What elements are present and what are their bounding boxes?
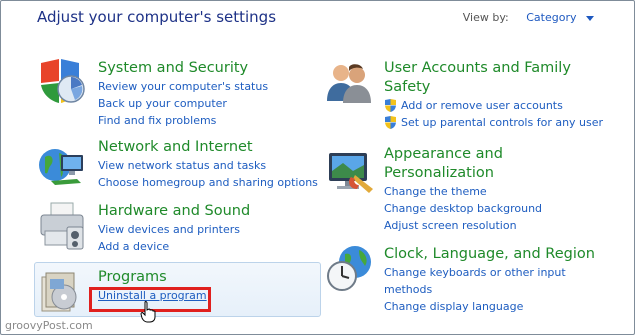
link-devices-printers[interactable]: View devices and printers: [98, 221, 250, 238]
printer-icon[interactable]: [37, 201, 87, 251]
view-by-control: View by: Category: [463, 11, 594, 24]
link-find-fix-problems[interactable]: Find and fix problems: [98, 112, 268, 129]
link-network-status[interactable]: View network status and tasks: [98, 157, 318, 174]
uac-shield-icon: [385, 99, 396, 112]
link-add-remove-accounts[interactable]: Add or remove user accounts: [384, 97, 603, 114]
page-title: Adjust your computer's settings: [37, 8, 277, 26]
watermark: groovyPost.com: [5, 319, 93, 332]
link-screen-resolution[interactable]: Adjust screen resolution: [384, 217, 542, 234]
view-by-dropdown[interactable]: Category: [526, 11, 576, 24]
category-title[interactable]: Clock, Language, and Region: [384, 245, 595, 264]
user-accounts-icon[interactable]: [325, 61, 373, 105]
category-system-and-security: System and Security Review your computer…: [98, 59, 268, 129]
chevron-down-icon[interactable]: [586, 15, 594, 21]
category-appearance: Appearance and Personalization Change th…: [384, 145, 542, 234]
view-by-label: View by:: [462, 11, 509, 24]
category-title-line2[interactable]: Safety: [384, 78, 603, 97]
category-title-line2[interactable]: Personalization: [384, 164, 542, 183]
network-globe-icon[interactable]: [37, 143, 87, 189]
appearance-monitor-icon[interactable]: [325, 149, 375, 195]
category-hardware-and-sound: Hardware and Sound View devices and prin…: [98, 202, 250, 255]
link-review-status[interactable]: Review your computer's status: [98, 78, 268, 95]
link-change-keyboards[interactable]: Change keyboards or other input: [384, 264, 595, 281]
link-text[interactable]: Add or remove user accounts: [401, 99, 563, 112]
link-desktop-background[interactable]: Change desktop background: [384, 200, 542, 217]
link-change-theme[interactable]: Change the theme: [384, 183, 542, 200]
category-title-line1[interactable]: User Accounts and Family: [384, 59, 603, 78]
control-panel-window: Adjust your computer's settings View by:…: [0, 0, 635, 335]
hand-cursor-icon: [140, 301, 156, 323]
uac-shield-icon: [385, 116, 396, 129]
link-display-language[interactable]: Change display language: [384, 298, 595, 315]
clock-globe-icon[interactable]: [325, 244, 375, 294]
category-title[interactable]: Hardware and Sound: [98, 202, 250, 221]
category-network-and-internet: Network and Internet View network status…: [98, 138, 318, 191]
system-security-shield-icon[interactable]: [37, 59, 87, 107]
category-user-accounts: User Accounts and Family Safety Add or r…: [384, 59, 603, 131]
category-title-line1[interactable]: Appearance and: [384, 145, 542, 164]
link-change-keyboards-cont[interactable]: methods: [384, 281, 595, 298]
link-parental-controls[interactable]: Set up parental controls for any user: [384, 114, 603, 131]
category-title[interactable]: Network and Internet: [98, 138, 318, 157]
category-clock-language-region: Clock, Language, and Region Change keybo…: [384, 245, 595, 315]
link-add-device[interactable]: Add a device: [98, 238, 250, 255]
link-homegroup-sharing[interactable]: Choose homegroup and sharing options: [98, 174, 318, 191]
link-text[interactable]: Set up parental controls for any user: [401, 116, 603, 129]
programs-box-icon[interactable]: [38, 269, 86, 315]
link-back-up[interactable]: Back up your computer: [98, 95, 268, 112]
category-title[interactable]: System and Security: [98, 59, 268, 78]
category-title[interactable]: Programs: [98, 268, 207, 287]
